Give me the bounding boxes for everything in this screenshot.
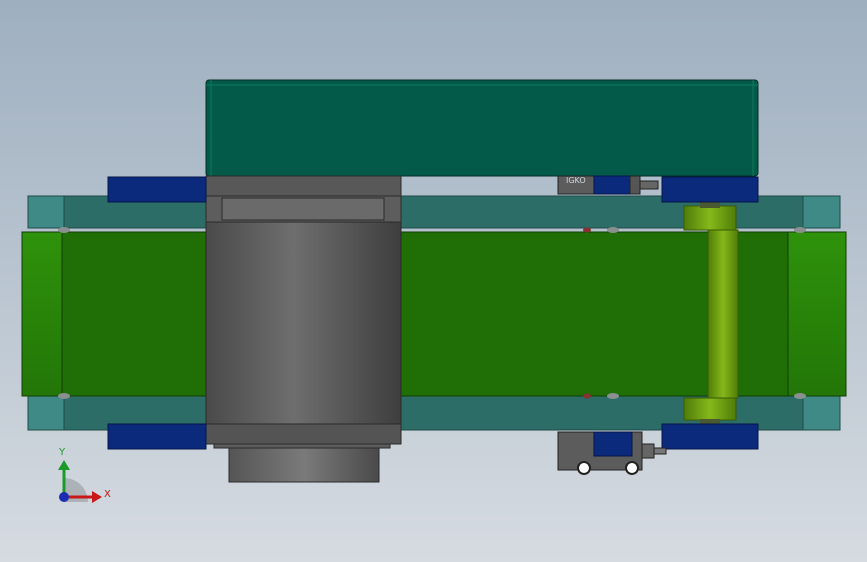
x-axis-label: X <box>104 489 111 500</box>
top-sensor: IGKO <box>557 175 659 195</box>
y-axis-label: Y <box>58 447 66 458</box>
sensor-label: IGKO <box>566 176 586 185</box>
cad-viewport[interactable]: IGKO Y X <box>0 0 867 562</box>
coordinate-triad: Y X <box>58 447 111 503</box>
bottom-sensor <box>557 431 667 475</box>
z-axis-icon <box>59 492 69 502</box>
drive-motor <box>205 195 402 483</box>
conveyor-model-drawing: IGKO Y X <box>21 79 847 503</box>
